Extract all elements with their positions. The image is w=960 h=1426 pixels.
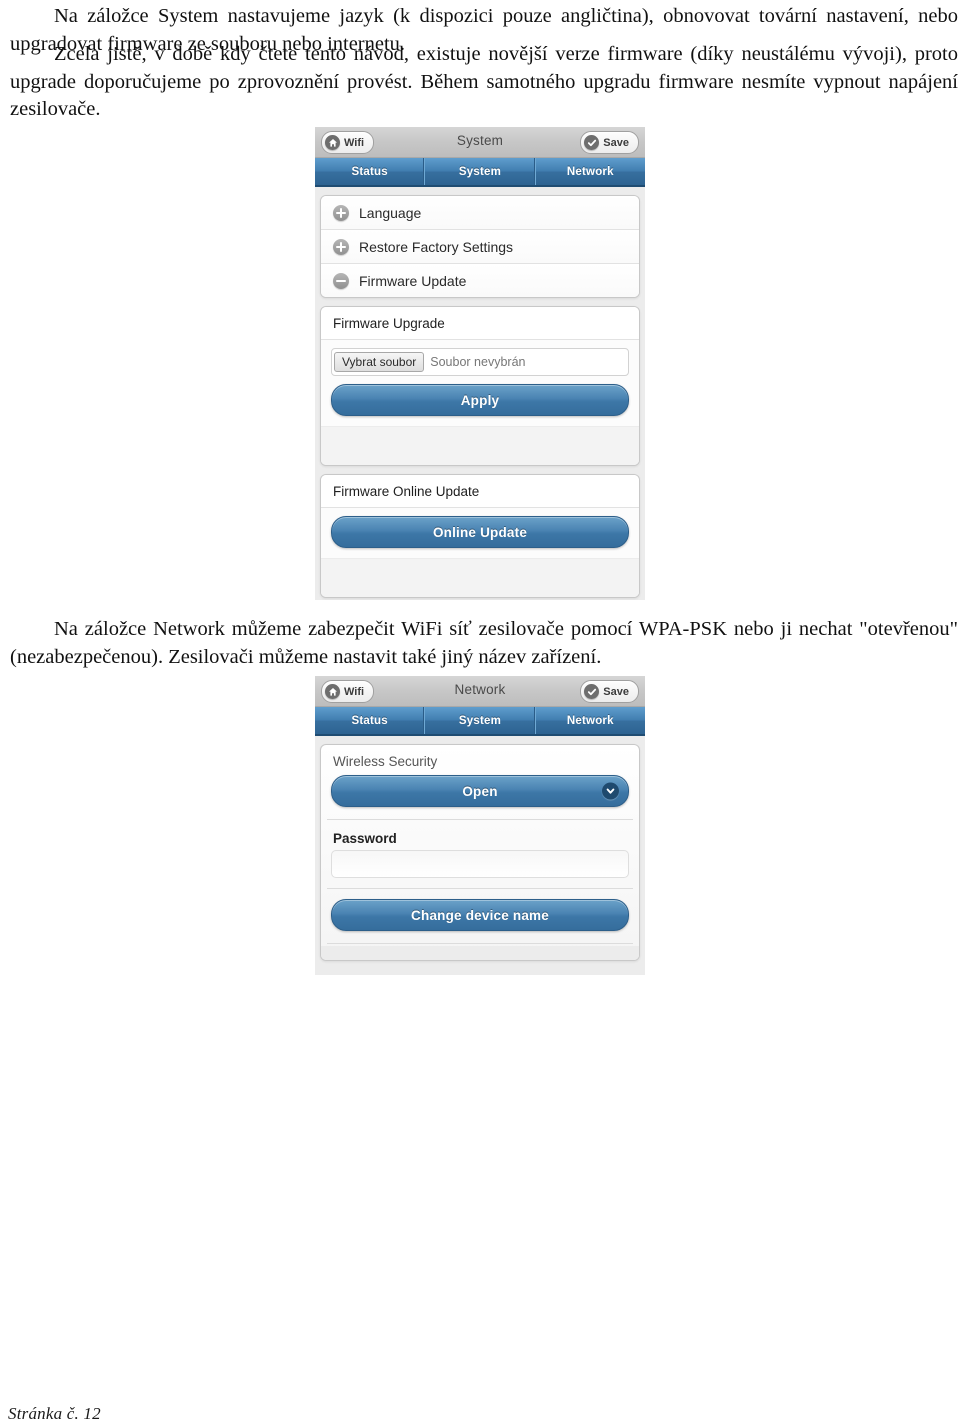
chevron-down-icon [602,782,619,800]
firmware-upgrade-heading: Firmware Upgrade [321,307,639,340]
choose-file-button[interactable]: Vybrat soubor [334,352,425,372]
accordion-item-firmware-update[interactable]: Firmware Update [321,264,639,297]
accordion-item-language-label: Language [359,204,422,221]
network-topbar: Wifi Network Save [315,676,645,707]
network-settings-card: Wireless Security Open Password Change d… [320,744,640,961]
firmware-upgrade-filler [321,426,639,465]
firmware-upgrade-section: Firmware Upgrade Vybrat soubor Soubor ne… [320,306,640,466]
wireless-security-selected-value: Open [462,783,498,799]
password-label: Password [333,831,397,846]
section-divider [327,819,633,820]
network-screen-screenshot: Wifi Network Save Status System Network … [315,676,645,975]
accordion-item-firmware-update-label: Firmware Update [359,272,467,289]
plus-circle-icon [333,238,349,255]
section-divider [327,943,633,944]
tab-system[interactable]: System [425,707,536,734]
system-screen-screenshot: Wifi System Save Status System Network L… [315,127,645,600]
check-circle-icon [584,684,600,699]
online-update-button-label: Online Update [432,524,528,540]
minus-circle-icon [333,272,349,289]
page-footer: Stránka č. 12 [8,1404,101,1423]
accordion-item-restore-factory-settings[interactable]: Restore Factory Settings [321,230,639,264]
wireless-security-label: Wireless Security [333,754,438,769]
tab-status-label: Status [351,714,388,727]
section-divider [327,888,633,889]
online-update-button[interactable]: Online Update [331,516,629,548]
firmware-online-update-heading: Firmware Online Update [321,475,639,508]
wireless-security-select[interactable]: Open [331,775,629,807]
check-circle-icon [584,135,600,150]
tab-network[interactable]: Network [536,707,645,734]
change-device-name-button-label: Change device name [411,907,549,923]
tab-system-label: System [458,165,502,178]
firmware-online-update-filler [321,558,639,597]
apply-button[interactable]: Apply [331,384,629,416]
tab-network-label: Network [566,165,614,178]
paragraph-network-tab: Na záložce Network můžeme zabezpečit WiF… [10,618,958,668]
system-topbar: Wifi System Save [315,127,645,158]
tab-system[interactable]: System [425,158,536,185]
password-input[interactable] [331,850,629,878]
save-button-label: Save [603,136,629,149]
save-button[interactable]: Save [580,131,639,154]
change-device-name-button[interactable]: Change device name [331,899,629,931]
save-button-label: Save [603,685,629,698]
accordion-item-restore-factory-settings-label: Restore Factory Settings [359,238,514,255]
tab-status[interactable]: Status [315,158,426,185]
tab-network-label: Network [566,714,614,727]
tab-status-label: Status [351,165,388,178]
firmware-online-update-section: Firmware Online Update Online Update [320,474,640,598]
tab-system-label: System [458,714,502,727]
firmware-file-input[interactable]: Vybrat soubor Soubor nevybrán [331,348,629,376]
save-button[interactable]: Save [580,680,639,703]
network-tab-bar: Status System Network [315,707,645,736]
plus-circle-icon [333,204,349,221]
paragraph-firmware-warning: Zcela jistě, v době kdy čtete tento návo… [10,43,958,120]
accordion-item-language[interactable]: Language [321,196,639,230]
system-settings-list: Language Restore Factory Settings Firmwa… [320,195,640,298]
tab-status[interactable]: Status [315,707,426,734]
tab-network[interactable]: Network [536,158,645,185]
system-tab-bar: Status System Network [315,158,645,187]
file-status-text: Soubor nevybrán [430,355,526,369]
apply-button-label: Apply [460,392,500,408]
